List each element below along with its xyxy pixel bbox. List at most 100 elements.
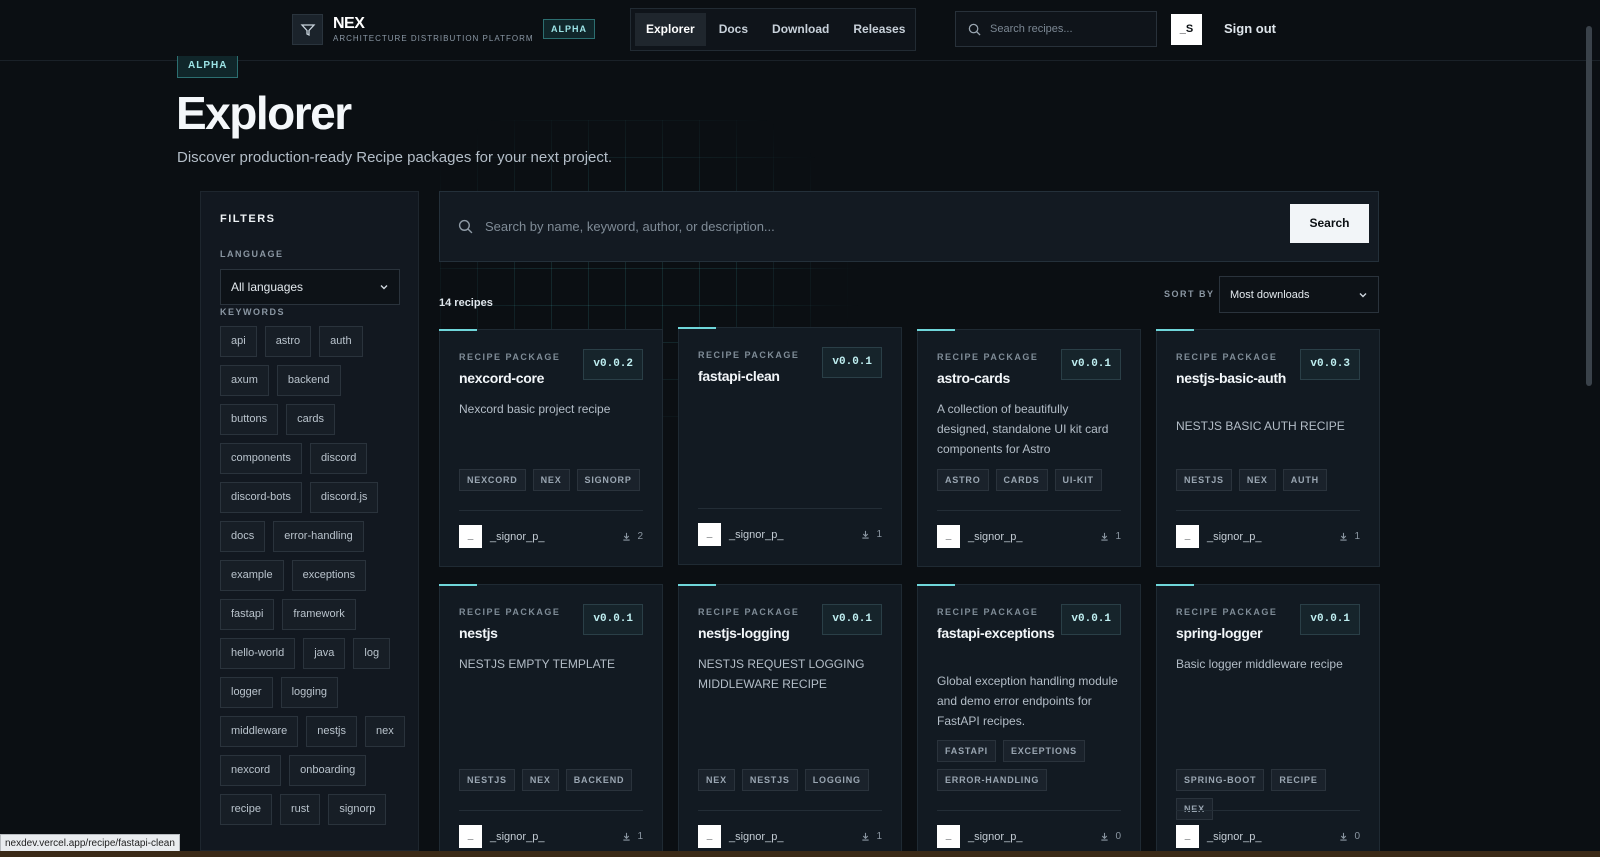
keyword-chip[interactable]: discord-bots — [220, 482, 302, 513]
card-description: NESTJS REQUEST LOGGING MIDDLEWARE RECIPE — [698, 657, 865, 691]
card-title[interactable]: nestjs-logging — [698, 625, 828, 642]
tag-chip[interactable]: FASTAPI — [937, 740, 996, 762]
tag-chip[interactable]: NEX — [521, 769, 559, 791]
tag-chip[interactable]: NESTJS — [1176, 469, 1232, 491]
scrollbar-thumb[interactable] — [1586, 26, 1592, 386]
keyword-chip[interactable]: error-handling — [273, 521, 364, 552]
author-name[interactable]: _signor_p_ — [729, 831, 783, 843]
card-title[interactable]: nestjs-basic-auth — [1176, 370, 1306, 387]
keyword-chip[interactable]: middleware — [220, 716, 299, 747]
tag-chip[interactable]: BACKEND — [565, 769, 633, 791]
keyword-chip[interactable]: onboarding — [289, 755, 367, 786]
keyword-chip[interactable]: java — [303, 638, 346, 669]
keyword-chip[interactable]: logger — [220, 677, 273, 708]
recipe-card[interactable]: RECIPE PACKAGE fastapi-clean v0.0.1 _ _signo… — [678, 327, 902, 565]
recipe-card[interactable]: RECIPE PACKAGE nexcord-core v0.0.2 Nexcord … — [439, 329, 663, 567]
tag-chip[interactable]: SPRING-BOOT — [1176, 769, 1265, 791]
keyword-chip[interactable]: cards — [286, 404, 335, 435]
author-name[interactable]: _signor_p_ — [1207, 831, 1261, 843]
status-bar-url: nexdev.vercel.app/recipe/fastapi-clean — [0, 834, 180, 852]
nav-explorer[interactable]: Explorer — [635, 13, 706, 46]
tag-chip[interactable]: CARDS — [995, 469, 1048, 491]
recipe-card[interactable]: RECIPE PACKAGE spring-logger v0.0.1 Basic l… — [1156, 584, 1380, 857]
keyword-chip[interactable]: example — [220, 560, 284, 591]
author-name[interactable]: _signor_p_ — [490, 831, 544, 843]
search-icon — [968, 23, 981, 36]
nav-download[interactable]: Download — [761, 13, 840, 46]
card-title[interactable]: astro-cards — [937, 370, 1067, 387]
logo[interactable] — [292, 14, 323, 45]
recipe-card[interactable]: RECIPE PACKAGE nestjs-basic-auth v0.0.3 NES… — [1156, 329, 1380, 567]
tag-chip[interactable]: NEXCORD — [459, 469, 526, 491]
keyword-chip[interactable]: astro — [264, 326, 312, 357]
keyword-chip[interactable]: exceptions — [291, 560, 367, 591]
author-name[interactable]: _signor_p_ — [490, 531, 544, 543]
header-search-input[interactable] — [990, 23, 1140, 35]
tag-chip[interactable]: NEX — [1176, 798, 1213, 820]
keyword-chip[interactable]: logging — [280, 677, 339, 708]
keyword-chip[interactable]: recipe — [220, 794, 272, 825]
tag-chip[interactable]: ASTRO — [937, 469, 989, 491]
author-name[interactable]: _signor_p_ — [1207, 531, 1261, 543]
recipe-card[interactable]: RECIPE PACKAGE fastapi-exceptions v0.0.1 Gl… — [917, 584, 1141, 857]
keyword-chip[interactable]: nex — [365, 716, 405, 747]
tag-chip[interactable]: NEX — [1238, 469, 1276, 491]
card-divider — [937, 510, 1121, 511]
nav-docs[interactable]: Docs — [708, 13, 759, 46]
card-title[interactable]: nestjs — [459, 625, 589, 642]
keyword-chip[interactable]: docs — [220, 521, 266, 552]
tag-chip[interactable]: AUTH — [1282, 469, 1327, 491]
author-name[interactable]: _signor_p_ — [968, 831, 1022, 843]
keyword-chip[interactable]: auth — [319, 326, 363, 357]
sign-out-link[interactable]: Sign out — [1224, 21, 1276, 36]
keyword-chip[interactable]: hello-world — [220, 638, 296, 669]
card-accent — [678, 584, 716, 586]
card-title[interactable]: fastapi-exceptions — [937, 625, 1067, 642]
tag-chip[interactable]: EXCEPTIONS — [1002, 740, 1085, 762]
header-search[interactable] — [955, 11, 1157, 47]
keyword-chip[interactable]: log — [353, 638, 391, 669]
recipe-card[interactable]: RECIPE PACKAGE nestjs-logging v0.0.1 NESTJS… — [678, 584, 902, 857]
author-name[interactable]: _signor_p_ — [729, 529, 783, 541]
keyword-chip[interactable]: buttons — [220, 404, 279, 435]
recipe-card[interactable]: RECIPE PACKAGE nestjs v0.0.1 NESTJS EMPTY T… — [439, 584, 663, 857]
card-divider — [698, 810, 882, 811]
keyword-chip[interactable]: components — [220, 443, 302, 474]
keyword-chip[interactable]: discord — [309, 443, 368, 474]
keyword-chip[interactable]: framework — [282, 599, 356, 630]
tag-chip[interactable]: NEX — [698, 769, 735, 791]
recipe-search-input[interactable] — [485, 219, 1255, 234]
tag-chip[interactable]: NESTJS — [459, 769, 515, 791]
recipe-card[interactable]: RECIPE PACKAGE astro-cards v0.0.1 A collect… — [917, 329, 1141, 567]
avatar[interactable]: _S — [1171, 14, 1202, 45]
card-kind: RECIPE PACKAGE — [698, 607, 800, 617]
download-icon — [1340, 832, 1348, 841]
keyword-chip[interactable]: signorp — [328, 794, 387, 825]
main-nav: Explorer Docs Download Releases — [630, 8, 916, 51]
keyword-chip[interactable]: rust — [279, 794, 321, 825]
search-button[interactable]: Search — [1290, 204, 1369, 243]
keyword-chip[interactable]: fastapi — [220, 599, 275, 630]
author-name[interactable]: _signor_p_ — [968, 531, 1022, 543]
tag-chip[interactable]: LOGGING — [804, 769, 869, 791]
keyword-chip[interactable]: nexcord — [220, 755, 282, 786]
language-select[interactable]: All languages — [220, 269, 400, 305]
card-title[interactable]: spring-logger — [1176, 625, 1306, 642]
card-title[interactable]: nexcord-core — [459, 370, 589, 387]
tag-chip[interactable]: SIGNORP — [576, 469, 640, 491]
keyword-chip[interactable]: api — [220, 326, 257, 357]
tag-chip[interactable]: ERROR-HANDLING — [937, 769, 1048, 791]
tag-chip[interactable]: UI-KIT — [1054, 469, 1102, 491]
tag-chip[interactable]: RECIPE — [1271, 769, 1326, 791]
keyword-chip[interactable]: backend — [276, 365, 341, 396]
sort-select[interactable]: Most downloads — [1219, 276, 1379, 313]
tag-chip[interactable]: NESTJS — [741, 769, 798, 791]
keyword-chip[interactable]: discord.js — [309, 482, 379, 513]
keyword-chip[interactable]: axum — [220, 365, 269, 396]
keyword-chip[interactable]: nestjs — [306, 716, 357, 747]
card-description: Basic logger middleware recipe — [1176, 657, 1343, 671]
tag-chip[interactable]: NEX — [532, 469, 570, 491]
nav-releases[interactable]: Releases — [842, 13, 916, 46]
card-title[interactable]: fastapi-clean — [698, 368, 828, 385]
download-count: 0 — [1100, 831, 1121, 842]
